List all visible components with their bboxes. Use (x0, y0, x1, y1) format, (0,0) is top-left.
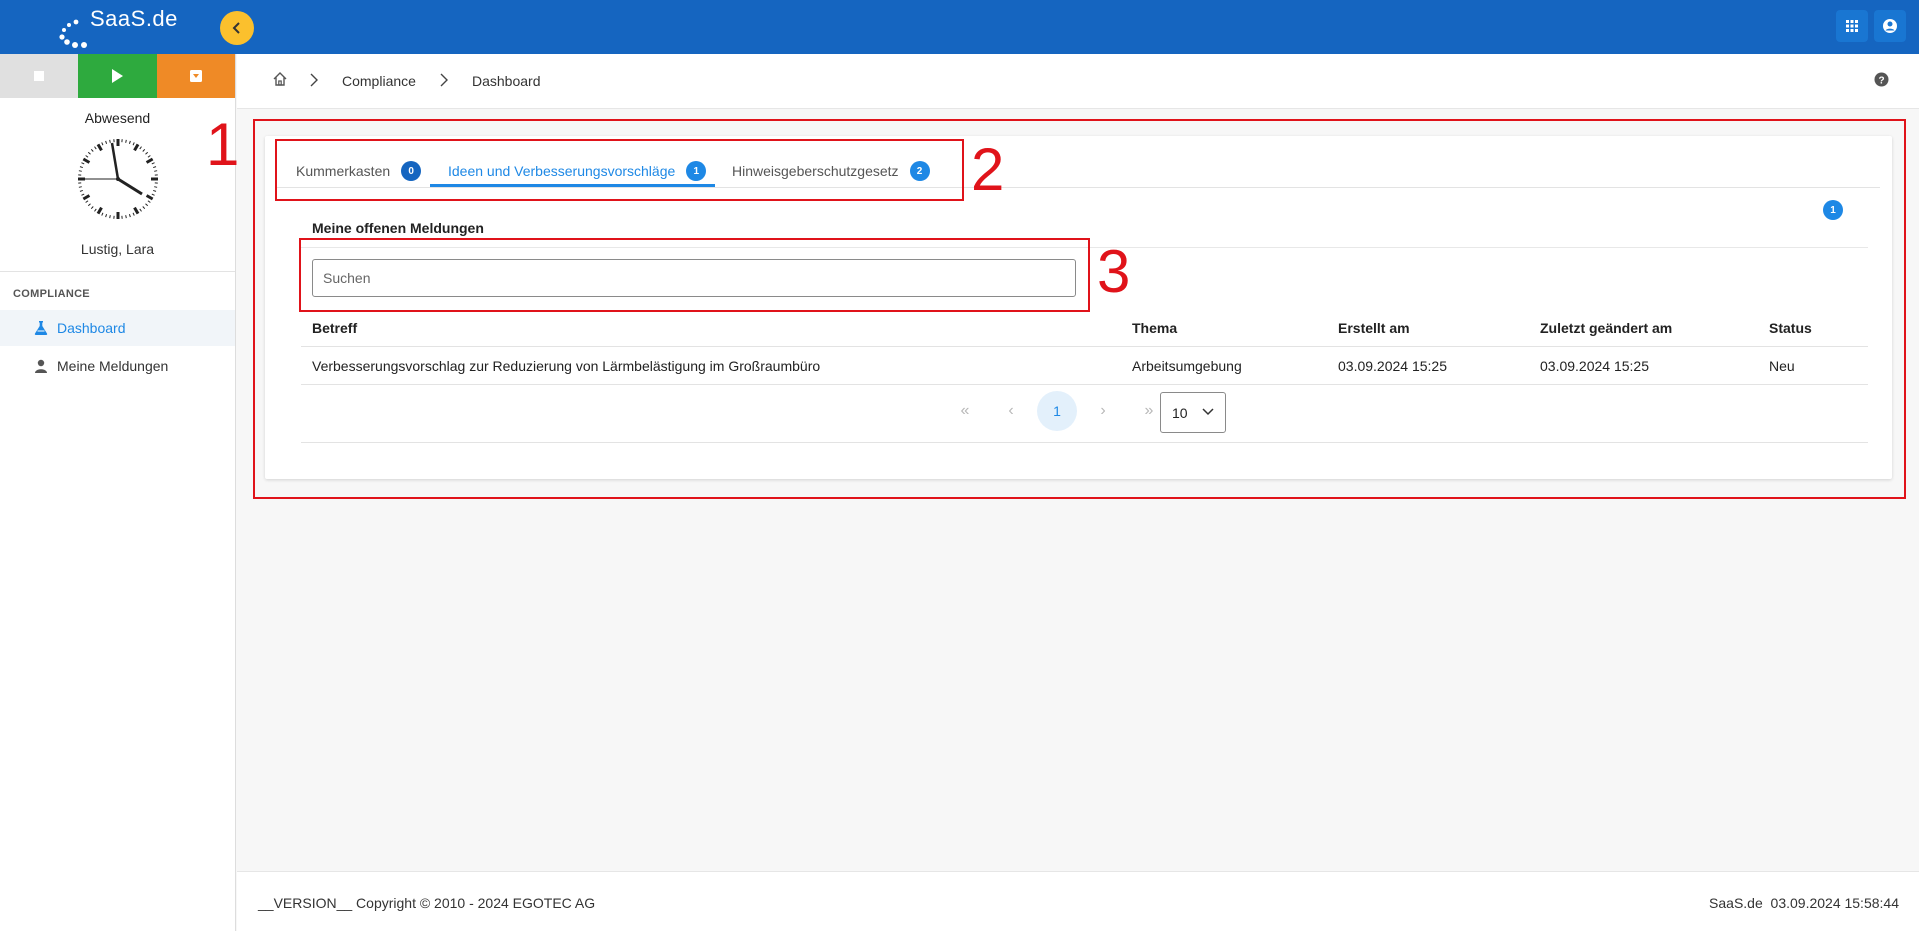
help-icon[interactable]: ? (1874, 72, 1889, 87)
svg-text:?: ? (1878, 76, 1884, 87)
sidebar-item-meine-meldungen[interactable]: Meine Meldungen (0, 348, 235, 384)
footer-brand: SaaS.de (1709, 895, 1763, 911)
home-icon[interactable] (272, 71, 288, 87)
sidebar: Abwesend Lustig, Lara COMPLIANCE Dashboa… (0, 54, 236, 931)
sidebar-item-dashboard[interactable]: Dashboard (0, 310, 235, 346)
sidebar-divider (0, 271, 235, 272)
footer-status: SaaS.de 03.09.2024 15:58:44 (1709, 895, 1899, 911)
pause-button[interactable] (156, 54, 235, 98)
logo-text: SaaS.de (90, 6, 178, 31)
breadcrumb-dashboard: Dashboard (472, 73, 541, 89)
sidebar-item-label: Dashboard (57, 320, 126, 336)
copyright-text: __VERSION__ Copyright © 2010 - 2024 EGOT… (258, 895, 596, 911)
annotation-box-3 (299, 238, 1090, 312)
chevron-left-icon (232, 22, 240, 34)
annotation-label-1: 1 (206, 111, 240, 178)
account-circle-icon (1883, 19, 1897, 33)
account-button[interactable] (1874, 10, 1906, 42)
top-app-bar: SaaS.de (0, 0, 1919, 54)
person-icon (35, 359, 47, 373)
footer-timestamp: 03.09.2024 15:58:44 (1770, 895, 1899, 911)
play-icon (112, 69, 124, 83)
user-name: Lustig, Lara (80, 241, 155, 257)
apps-grid-icon (1846, 20, 1858, 32)
pause-dropdown-icon (189, 70, 202, 82)
collapse-sidebar-button[interactable] (220, 11, 254, 45)
annotation-box-2 (275, 139, 964, 201)
stop-icon (34, 71, 45, 81)
annotation-label-3: 3 (1097, 238, 1131, 305)
sidebar-item-label: Meine Meldungen (57, 358, 169, 374)
stop-button[interactable] (0, 54, 79, 98)
analog-clock-icon (76, 138, 159, 220)
breadcrumb: Compliance Dashboard ? (237, 54, 1919, 109)
play-button[interactable] (78, 54, 157, 98)
sidebar-section-label: COMPLIANCE (13, 288, 90, 300)
chevron-right-icon (310, 73, 318, 87)
dashboard-flask-icon (34, 321, 48, 335)
breadcrumb-compliance[interactable]: Compliance (342, 73, 416, 89)
chevron-right-icon (440, 73, 448, 87)
apps-grid-button[interactable] (1836, 10, 1868, 42)
saas-logo[interactable]: SaaS.de (58, 4, 188, 48)
time-tracking-controls (0, 54, 235, 98)
annotation-label-2: 2 (971, 136, 1005, 203)
presence-status: Abwesend (84, 110, 151, 126)
footer: __VERSION__ Copyright © 2010 - 2024 EGOT… (237, 871, 1919, 931)
